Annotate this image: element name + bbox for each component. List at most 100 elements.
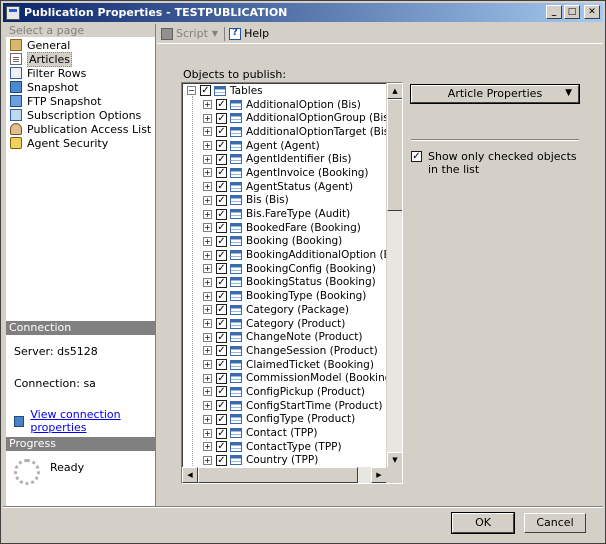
expand-icon[interactable]: +: [203, 209, 212, 219]
expand-icon[interactable]: +: [203, 305, 212, 315]
tree-item[interactable]: + ✓ ConfigPickup (Product): [182, 385, 387, 399]
table-checkbox[interactable]: ✓: [216, 441, 227, 453]
tree-item[interactable]: + ✓ BookedFare (Booking): [182, 221, 387, 235]
tables-checkbox[interactable]: ✓: [200, 85, 211, 97]
expand-icon[interactable]: +: [203, 387, 212, 397]
horizontal-scroll-thumb[interactable]: [198, 467, 358, 483]
table-checkbox[interactable]: ✓: [216, 194, 227, 206]
tree-item[interactable]: + ✓ AgentIdentifier (Bis): [182, 152, 387, 166]
tree-item[interactable]: + ✓ Bis.FareType (Audit): [182, 207, 387, 221]
expand-icon[interactable]: +: [203, 250, 212, 260]
expand-icon[interactable]: +: [203, 182, 212, 192]
expand-icon[interactable]: +: [203, 154, 212, 164]
title-bar[interactable]: Publication Properties - TESTPUBLICATION…: [3, 3, 603, 22]
tree-item[interactable]: + ✓ Category (Package): [182, 303, 387, 317]
table-checkbox[interactable]: ✓: [216, 345, 227, 357]
cancel-button[interactable]: Cancel: [524, 513, 586, 533]
tree-item[interactable]: + ✓ Agent (Agent): [182, 139, 387, 153]
table-checkbox[interactable]: ✓: [216, 331, 227, 343]
expand-icon[interactable]: +: [203, 346, 212, 356]
tree-item[interactable]: + ✓ ChangeSession (Product): [182, 344, 387, 358]
table-checkbox[interactable]: ✓: [216, 167, 227, 179]
table-checkbox[interactable]: ✓: [216, 235, 227, 247]
sidebar-item-subscription-options[interactable]: Subscription Options: [6, 108, 155, 122]
tree-item[interactable]: + ✓ Country (TPP): [182, 454, 387, 468]
table-checkbox[interactable]: ✓: [216, 126, 227, 138]
table-checkbox[interactable]: ✓: [216, 454, 227, 466]
tree-item[interactable]: + ✓ BookingType (Booking): [182, 289, 387, 303]
tree-item[interactable]: + ✓ AgentInvoice (Booking): [182, 166, 387, 180]
tree-item[interactable]: + ✓ Booking (Booking): [182, 235, 387, 249]
vertical-scroll-thumb[interactable]: [387, 99, 402, 211]
expand-icon[interactable]: +: [203, 277, 212, 287]
sidebar-item-ftp-snapshot[interactable]: FTP Snapshot: [6, 94, 155, 108]
expand-icon[interactable]: +: [203, 319, 212, 329]
table-checkbox[interactable]: ✓: [216, 263, 227, 275]
tree-item[interactable]: + ✓ Category (Product): [182, 317, 387, 331]
tree-vertical-scrollbar[interactable]: ▲ ▼: [386, 83, 402, 468]
script-button[interactable]: Script ▼: [161, 27, 218, 40]
scroll-up-arrow-icon[interactable]: ▲: [387, 83, 402, 99]
show-only-checked-row[interactable]: ✓ Show only checked objects in the list: [411, 150, 581, 176]
expand-icon[interactable]: +: [203, 428, 212, 438]
expand-icon[interactable]: +: [203, 195, 212, 205]
tree-item[interactable]: + ✓ CommissionModel (Booking): [182, 371, 387, 385]
expand-icon[interactable]: +: [203, 455, 212, 465]
sidebar-item-agent-security[interactable]: Agent Security: [6, 136, 155, 150]
table-checkbox[interactable]: ✓: [216, 249, 227, 261]
ok-button[interactable]: OK: [452, 513, 514, 533]
table-checkbox[interactable]: ✓: [216, 386, 227, 398]
expand-icon[interactable]: +: [203, 236, 212, 246]
close-button[interactable]: ✕: [584, 5, 600, 19]
expand-icon[interactable]: +: [203, 113, 212, 123]
sidebar-item-general[interactable]: General: [6, 38, 155, 52]
table-checkbox[interactable]: ✓: [216, 413, 227, 425]
sidebar-item-snapshot[interactable]: Snapshot: [6, 80, 155, 94]
tree-item[interactable]: + ✓ ConfigStartTime (Product): [182, 399, 387, 413]
table-checkbox[interactable]: ✓: [216, 400, 227, 412]
table-checkbox[interactable]: ✓: [216, 181, 227, 193]
table-checkbox[interactable]: ✓: [216, 208, 227, 220]
expand-icon[interactable]: +: [203, 401, 212, 411]
tree-item[interactable]: + ✓ BookingAdditionalOption (Booking: [182, 248, 387, 262]
table-checkbox[interactable]: ✓: [216, 276, 227, 288]
tree-item[interactable]: + ✓ AdditionalOptionTarget (Bis): [182, 125, 387, 139]
tree-item[interactable]: + ✓ ChangeNote (Product): [182, 330, 387, 344]
expand-icon[interactable]: +: [203, 100, 212, 110]
tree-item[interactable]: + ✓ ConfigType (Product): [182, 413, 387, 427]
tree-item[interactable]: + ✓ AdditionalOptionGroup (Bis): [182, 111, 387, 125]
view-connection-properties-link[interactable]: View connection properties: [30, 408, 156, 434]
table-checkbox[interactable]: ✓: [216, 222, 227, 234]
objects-tree[interactable]: − ✓ Tables + ✓ AdditionalOption (Bis) + ✓ Add…: [181, 82, 403, 484]
table-checkbox[interactable]: ✓: [216, 427, 227, 439]
tree-horizontal-scrollbar[interactable]: ◀ ▶: [182, 467, 387, 483]
table-checkbox[interactable]: ✓: [216, 153, 227, 165]
scroll-left-arrow-icon[interactable]: ◀: [182, 467, 198, 483]
expand-icon[interactable]: +: [203, 332, 212, 342]
article-properties-button[interactable]: Article Properties ▼: [411, 85, 579, 103]
table-checkbox[interactable]: ✓: [216, 99, 227, 111]
expand-icon[interactable]: +: [203, 141, 212, 151]
expand-icon[interactable]: +: [203, 442, 212, 452]
table-checkbox[interactable]: ✓: [216, 112, 227, 124]
expand-icon[interactable]: +: [203, 414, 212, 424]
table-checkbox[interactable]: ✓: [216, 140, 227, 152]
expand-icon[interactable]: +: [203, 360, 212, 370]
maximize-button[interactable]: □: [564, 5, 580, 19]
expand-icon[interactable]: +: [203, 223, 212, 233]
tree-item[interactable]: + ✓ BookingStatus (Booking): [182, 276, 387, 290]
tree-item[interactable]: + ✓ Bis (Bis): [182, 194, 387, 208]
help-button[interactable]: Help: [229, 27, 269, 40]
tree-item[interactable]: + ✓ Contact (TPP): [182, 426, 387, 440]
table-checkbox[interactable]: ✓: [216, 304, 227, 316]
expand-icon[interactable]: +: [203, 291, 212, 301]
sidebar-item-publication-access-list[interactable]: Publication Access List: [6, 122, 155, 136]
tree-item[interactable]: + ✓ ClaimedTicket (Booking): [182, 358, 387, 372]
tree-item[interactable]: + ✓ BookingConfig (Booking): [182, 262, 387, 276]
sidebar-item-articles[interactable]: Articles: [6, 51, 155, 67]
tree-item[interactable]: + ✓ ContactType (TPP): [182, 440, 387, 454]
expand-icon[interactable]: +: [203, 264, 212, 274]
expand-icon[interactable]: +: [203, 127, 212, 137]
collapse-icon[interactable]: −: [187, 86, 196, 96]
tree-root-row[interactable]: − ✓ Tables: [182, 84, 387, 98]
